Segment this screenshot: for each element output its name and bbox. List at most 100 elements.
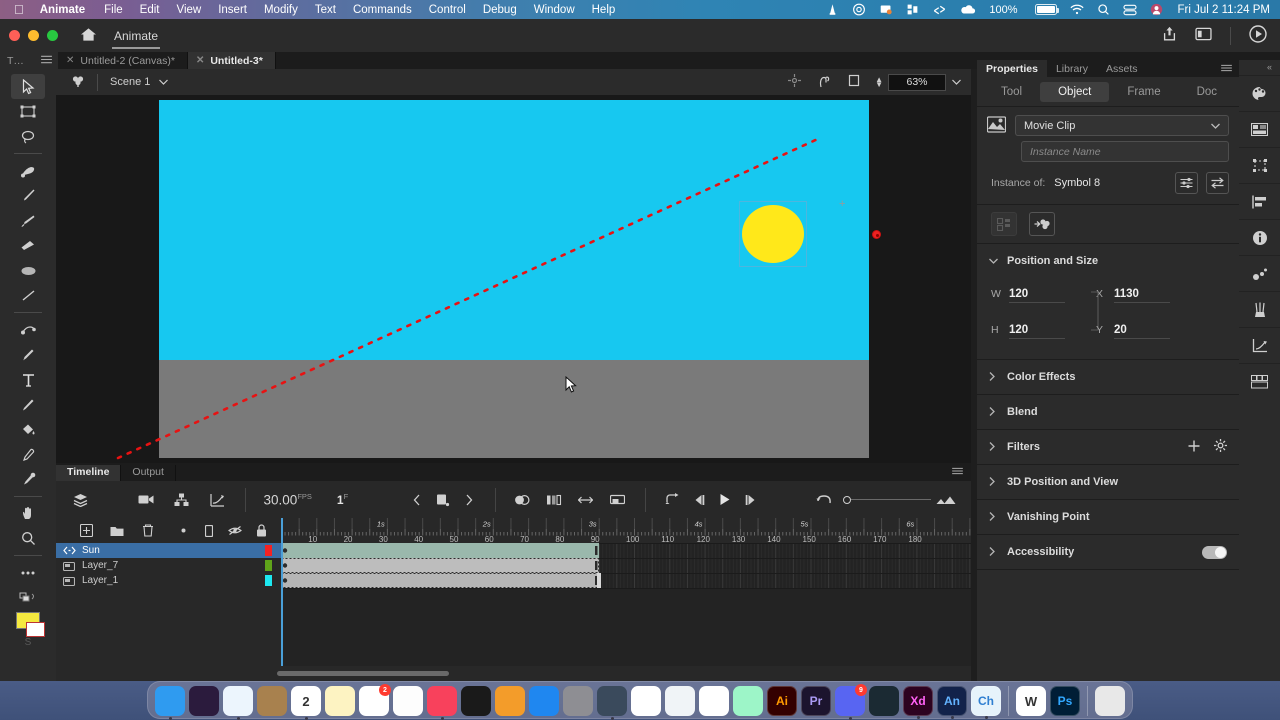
library-panel-icon[interactable] — [1239, 111, 1280, 147]
menu-debug[interactable]: Debug — [483, 4, 517, 16]
gear-icon[interactable] — [1214, 439, 1227, 455]
canvas-area[interactable]: + — [56, 95, 971, 463]
pencil-tool[interactable] — [11, 392, 45, 417]
section-header-position-and-size[interactable]: Position and Size — [977, 244, 1239, 278]
more-tools-icon[interactable] — [11, 560, 45, 585]
width-value[interactable]: 120 — [1009, 288, 1065, 303]
lock-icon[interactable] — [248, 520, 274, 542]
dock-item-discord[interactable]: 9 — [835, 684, 867, 720]
bone-tool[interactable] — [11, 317, 45, 342]
hamburger-icon[interactable] — [952, 466, 963, 478]
dock-item-chrome[interactable] — [631, 686, 661, 716]
dock-item-finder[interactable] — [155, 686, 185, 720]
prev-keyframe-icon[interactable] — [404, 488, 430, 512]
creative-cloud-icon[interactable] — [852, 3, 866, 16]
dock-item-music[interactable] — [427, 686, 457, 720]
segment-tool[interactable]: Tool — [983, 82, 1040, 102]
frame-picker-icon[interactable] — [1239, 363, 1280, 399]
close-icon[interactable]: ✕ — [196, 55, 204, 66]
dock-item-system-preferences[interactable] — [563, 686, 593, 716]
spotlight-icon[interactable] — [1097, 3, 1110, 16]
chevron-down-icon[interactable] — [952, 76, 961, 88]
sun-symbol-instance[interactable] — [742, 205, 804, 263]
doc-tab-untitled-2[interactable]: ✕ Untitled-2 (Canvas)* — [58, 52, 188, 69]
dock-item-notes[interactable] — [325, 686, 355, 716]
section-header-blend[interactable]: Blend — [977, 395, 1239, 429]
maximize-window-button[interactable] — [47, 30, 58, 41]
dock-item-animate[interactable]: An — [937, 686, 967, 719]
segment-doc[interactable]: Doc — [1179, 82, 1235, 102]
swap-symbol-icon[interactable] — [1206, 172, 1229, 194]
section-header-accessibility[interactable]: Accessibility — [977, 535, 1239, 569]
layer-depth-icon[interactable] — [67, 488, 93, 512]
menu-animate[interactable]: Animate — [40, 4, 85, 16]
step-forward-icon[interactable] — [738, 488, 764, 512]
transform-panel-icon[interactable] — [1239, 147, 1280, 183]
close-window-button[interactable] — [9, 30, 20, 41]
dock-item-siri[interactable] — [189, 686, 219, 716]
parenting-view-icon[interactable] — [169, 488, 195, 512]
new-folder-icon[interactable] — [104, 520, 130, 542]
insert-keyframe-icon[interactable] — [430, 488, 456, 512]
screenshot-icon[interactable] — [879, 3, 893, 16]
hamburger-icon[interactable] — [1221, 63, 1232, 75]
x-value[interactable]: 1130 — [1114, 288, 1170, 303]
lasso-tool[interactable] — [11, 124, 45, 149]
eraser-tool[interactable] — [11, 233, 45, 258]
playhead[interactable] — [281, 518, 283, 681]
timeline-ruler[interactable]: 1s 2s 3s 4s 5s 6s 10 20 30 40 50 60 70 80 90 100 110 120 1… — [281, 518, 974, 544]
menu-text[interactable]: Text — [315, 4, 336, 16]
dock-item-photos[interactable] — [393, 686, 423, 716]
dock-item-books[interactable] — [495, 686, 525, 716]
scene-selector[interactable]: Scene 1 — [110, 76, 169, 88]
paint-brush-tool[interactable] — [11, 183, 45, 208]
timeline-tracks[interactable] — [281, 543, 974, 681]
properties-sliders-icon[interactable] — [1175, 172, 1198, 194]
menu-insert[interactable]: Insert — [218, 4, 247, 16]
loop-playback-icon[interactable] — [660, 488, 686, 512]
layer-name[interactable]: Layer_1 — [82, 575, 265, 586]
stage[interactable] — [159, 100, 869, 458]
vlc-icon[interactable] — [826, 3, 839, 16]
play-icon[interactable] — [712, 488, 738, 512]
menu-control[interactable]: Control — [429, 4, 466, 16]
oval-tool[interactable] — [11, 258, 45, 283]
eyedropper-tool[interactable] — [11, 442, 45, 467]
dock-item-sublime[interactable] — [665, 686, 695, 716]
layer-color-swatch[interactable] — [265, 575, 272, 586]
zoom-value-field[interactable]: 63% — [888, 73, 946, 91]
dock-item-word[interactable]: W — [1016, 686, 1046, 716]
y-field[interactable]: Y 20 — [1096, 324, 1170, 339]
modify-onion-markers-icon[interactable] — [605, 488, 631, 512]
align-panel-icon[interactable] — [1239, 183, 1280, 219]
minimize-window-button[interactable] — [28, 30, 39, 41]
layer-color-swatch[interactable] — [265, 545, 272, 556]
info-panel-icon[interactable] — [1239, 219, 1280, 255]
hand-tool[interactable] — [11, 501, 45, 526]
motion-editor-icon[interactable] — [1239, 327, 1280, 363]
section-header-filters[interactable]: Filters — [977, 430, 1239, 464]
height-field[interactable]: H 120 — [991, 324, 1065, 339]
new-layer-icon[interactable] — [73, 520, 99, 542]
layer-name[interactable]: Layer_7 — [82, 560, 265, 571]
menu-commands[interactable]: Commands — [353, 4, 412, 16]
paint-bucket-tool[interactable] — [11, 417, 45, 442]
app-home-tab[interactable]: Animate — [111, 29, 161, 49]
hamburger-icon[interactable] — [41, 55, 52, 67]
home-icon[interactable] — [80, 27, 97, 45]
dock-item-adobe-xd[interactable]: Xd — [903, 686, 933, 719]
timeline-zoom-slider-knob[interactable] — [842, 495, 851, 504]
menu-help[interactable]: Help — [592, 4, 616, 16]
tab-library[interactable]: Library — [1047, 62, 1097, 76]
menu-bar-clock[interactable]: Fri Jul 2 11:24 PM — [1178, 4, 1270, 16]
dock-item-photoshop[interactable]: Ps — [1050, 686, 1080, 716]
collapse-panels-icon[interactable]: « — [1267, 62, 1272, 72]
text-tool[interactable] — [11, 367, 45, 392]
clip-content-icon[interactable] — [848, 74, 860, 90]
current-frame-field[interactable]: 1F — [337, 492, 348, 507]
dock-item-safari[interactable] — [223, 686, 253, 720]
segment-frame[interactable]: Frame — [1109, 82, 1178, 102]
menu-edit[interactable]: Edit — [140, 4, 160, 16]
fill-stroke-swatch[interactable] — [16, 612, 45, 637]
camera-icon[interactable] — [133, 488, 159, 512]
